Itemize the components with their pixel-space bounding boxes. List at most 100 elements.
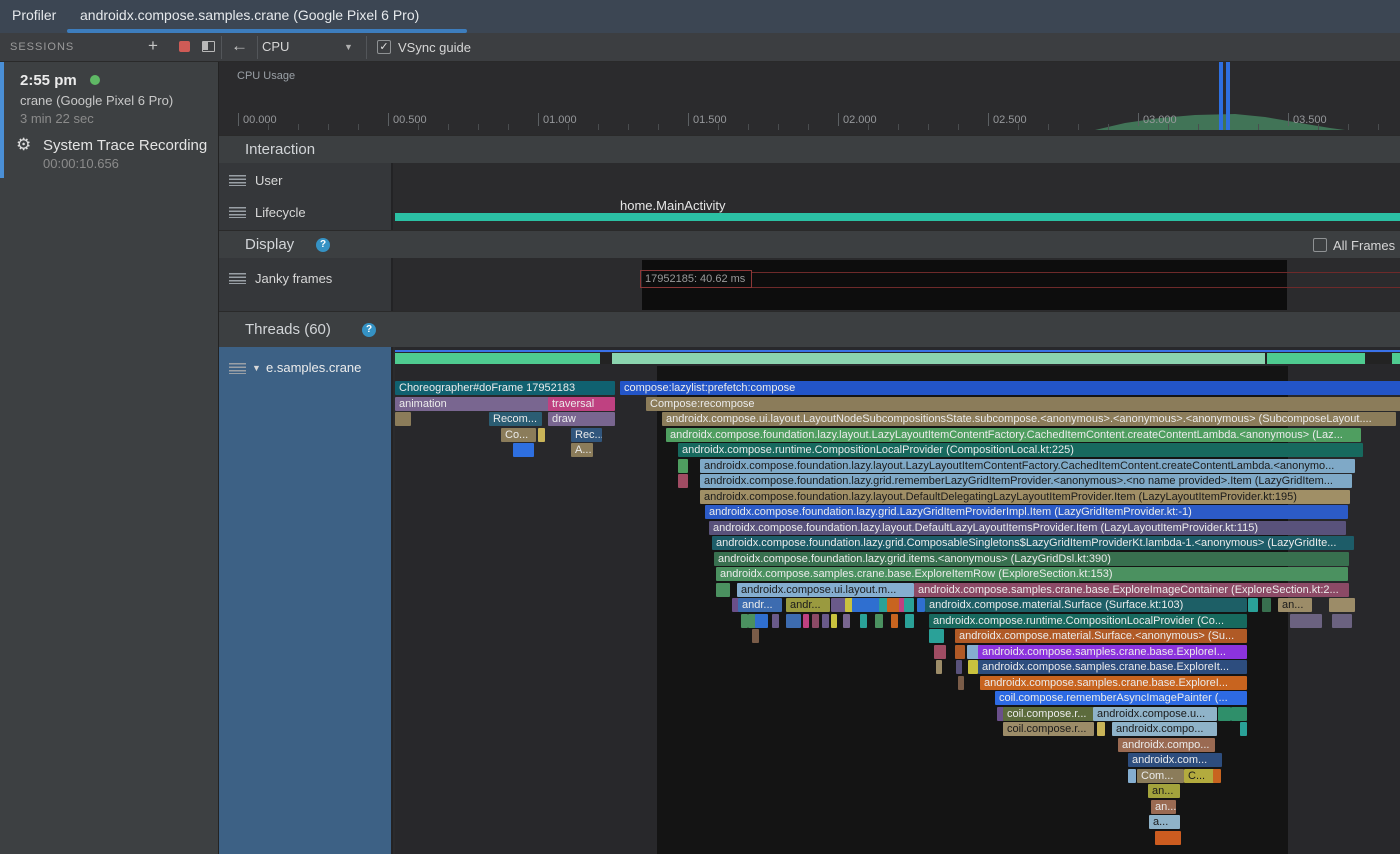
thread-row-label[interactable]: ▼ e.samples.crane bbox=[219, 347, 393, 854]
flame-bar[interactable] bbox=[958, 676, 964, 690]
flame-bar[interactable]: androidx.compo... bbox=[1118, 738, 1215, 752]
collapse-thread-icon[interactable]: ▼ bbox=[252, 363, 261, 373]
flame-bar[interactable] bbox=[904, 598, 914, 612]
flame-bar[interactable] bbox=[955, 645, 965, 659]
flame-bar[interactable]: androidx.compose.samples.crane.base.Expl… bbox=[980, 676, 1247, 690]
drag-handle-icon[interactable] bbox=[229, 273, 246, 284]
flame-bar[interactable]: compose:lazylist:prefetch:compose bbox=[620, 381, 1400, 395]
flame-bar[interactable]: andr... bbox=[786, 598, 830, 612]
flame-bar[interactable]: androidx.compo... bbox=[1112, 722, 1217, 736]
flame-bar[interactable] bbox=[1332, 614, 1352, 628]
flame-bar[interactable]: Compose:recompose bbox=[646, 397, 1400, 411]
flame-bar[interactable]: coil.compose.r... bbox=[1003, 707, 1094, 721]
flame-bar[interactable] bbox=[905, 614, 914, 628]
collapse-panel-icon[interactable] bbox=[202, 41, 215, 52]
flame-bar[interactable]: androidx.compose.material.Surface.<anony… bbox=[955, 629, 1247, 643]
flame-bar[interactable] bbox=[741, 614, 748, 628]
vsync-guide-checkbox[interactable]: ✓ bbox=[377, 40, 391, 54]
flame-bar[interactable] bbox=[852, 598, 880, 612]
session-time[interactable]: 2:55 pm bbox=[20, 72, 77, 89]
flame-bar[interactable] bbox=[968, 660, 978, 674]
flame-bar[interactable] bbox=[917, 598, 925, 612]
flame-bar[interactable] bbox=[772, 614, 779, 628]
flame-bar[interactable] bbox=[752, 629, 759, 643]
lifecycle-event-bar[interactable] bbox=[395, 213, 1400, 221]
flame-bar[interactable]: an... bbox=[1148, 784, 1180, 798]
flame-bar[interactable] bbox=[936, 660, 942, 674]
flame-bar[interactable]: Co... bbox=[501, 428, 536, 442]
flame-bar[interactable] bbox=[678, 474, 688, 488]
flame-bar[interactable]: androidx.compose.samples.crane.base.Expl… bbox=[914, 583, 1349, 597]
user-track-label[interactable]: User bbox=[255, 173, 282, 188]
flame-bar[interactable] bbox=[538, 428, 545, 442]
flame-bar[interactable]: androidx.compose.samples.crane.base.Expl… bbox=[978, 645, 1247, 659]
drag-handle-icon[interactable] bbox=[229, 207, 246, 218]
flame-bar[interactable]: A... bbox=[571, 443, 593, 457]
flame-bar[interactable]: androidx.compose.foundation.lazy.grid.Co… bbox=[712, 536, 1354, 550]
flame-bar[interactable]: androidx.compose.ui.layout.m... bbox=[737, 583, 914, 597]
flame-bar[interactable] bbox=[1213, 769, 1221, 783]
flame-bar[interactable] bbox=[803, 614, 809, 628]
flame-bar[interactable] bbox=[956, 660, 962, 674]
recording-title[interactable]: System Trace Recording bbox=[43, 137, 207, 154]
thread-flame-chart[interactable]: Choreographer#doFrame 17952183 compose:la… bbox=[395, 347, 1400, 854]
flame-bar[interactable] bbox=[875, 614, 883, 628]
flame-bar[interactable] bbox=[786, 614, 801, 628]
flame-bar[interactable] bbox=[1173, 831, 1181, 845]
help-icon[interactable]: ? bbox=[316, 238, 330, 252]
flame-bar[interactable]: androidx.compose.ui.layout.LayoutNodeSub… bbox=[662, 412, 1396, 426]
flame-bar[interactable]: Recom... bbox=[489, 412, 542, 426]
flame-bar[interactable] bbox=[1262, 598, 1271, 612]
flame-bar[interactable]: a... bbox=[1149, 815, 1180, 829]
flame-bar[interactable]: androidx.compose.material.Surface (Surfa… bbox=[925, 598, 1247, 612]
flame-bar[interactable]: androidx.compose.foundation.lazy.layout.… bbox=[709, 521, 1346, 535]
flame-bar[interactable]: androidx.compose.foundation.lazy.grid.La… bbox=[705, 505, 1348, 519]
all-frames-checkbox[interactable] bbox=[1313, 238, 1327, 252]
help-icon[interactable]: ? bbox=[362, 323, 376, 337]
flame-bar[interactable] bbox=[843, 614, 850, 628]
flame-bar[interactable] bbox=[1248, 598, 1258, 612]
flame-bar[interactable]: an... bbox=[1278, 598, 1312, 612]
flame-bar[interactable]: draw bbox=[548, 412, 615, 426]
flame-bar[interactable] bbox=[1240, 722, 1247, 736]
flame-bar[interactable]: androidx.compose.foundation.lazy.grid.re… bbox=[700, 474, 1352, 488]
lifecycle-track-label[interactable]: Lifecycle bbox=[255, 205, 306, 220]
flame-bar[interactable]: androidx.compose.u... bbox=[1093, 707, 1217, 721]
flame-bar[interactable] bbox=[722, 583, 730, 597]
flame-bar[interactable] bbox=[934, 645, 946, 659]
flame-bar[interactable]: Com... bbox=[1137, 769, 1184, 783]
flame-bar[interactable]: traversal bbox=[548, 397, 615, 411]
flame-bar[interactable] bbox=[1128, 769, 1136, 783]
flame-bar[interactable]: Choreographer#doFrame 17952183 bbox=[395, 381, 615, 395]
drag-handle-icon[interactable] bbox=[229, 363, 246, 374]
flame-bar[interactable]: androidx.compose.foundation.lazy.grid.it… bbox=[714, 552, 1349, 566]
back-button[interactable]: ← bbox=[231, 36, 248, 56]
janky-frame-bar[interactable]: 17952185: 40.62 ms bbox=[640, 270, 752, 288]
janky-frames-label[interactable]: Janky frames bbox=[255, 271, 332, 286]
drag-handle-icon[interactable] bbox=[229, 175, 246, 186]
selection-spike-bar[interactable] bbox=[1219, 62, 1223, 130]
flame-bar[interactable]: androidx.com... bbox=[1128, 753, 1222, 767]
flame-bar[interactable]: androidx.compose.foundation.lazy.layout.… bbox=[700, 490, 1350, 504]
flame-bar[interactable] bbox=[513, 443, 534, 457]
flame-bar[interactable]: an... bbox=[1151, 800, 1176, 814]
flame-bar[interactable] bbox=[395, 412, 411, 426]
flame-bar[interactable]: androidx.compose.runtime.CompositionLoca… bbox=[929, 614, 1247, 628]
flame-bar[interactable] bbox=[1218, 707, 1231, 721]
flame-bar[interactable]: androidx.compose.foundation.lazy.layout.… bbox=[666, 428, 1361, 442]
flame-bar[interactable] bbox=[1231, 707, 1247, 721]
add-session-button[interactable]: + bbox=[148, 36, 158, 56]
flame-bar[interactable]: animation bbox=[395, 397, 550, 411]
flame-bar[interactable] bbox=[1329, 598, 1355, 612]
flame-bar[interactable] bbox=[929, 629, 944, 643]
flame-bar[interactable] bbox=[812, 614, 819, 628]
flame-bar[interactable]: coil.compose.r... bbox=[1003, 722, 1094, 736]
selection-spike-bar[interactable] bbox=[1226, 62, 1230, 130]
flame-bar[interactable]: androidx.compose.foundation.lazy.layout.… bbox=[700, 459, 1355, 473]
flame-bar[interactable] bbox=[1097, 722, 1105, 736]
flame-bar[interactable]: androidx.compose.runtime.CompositionLoca… bbox=[678, 443, 1363, 457]
flame-bar[interactable] bbox=[822, 614, 829, 628]
flame-bar[interactable] bbox=[860, 614, 867, 628]
stop-recording-button[interactable] bbox=[179, 41, 190, 52]
cpu-timeline[interactable]: CPU Usage 00.00000.50001.00001.50002.000… bbox=[219, 62, 1400, 135]
